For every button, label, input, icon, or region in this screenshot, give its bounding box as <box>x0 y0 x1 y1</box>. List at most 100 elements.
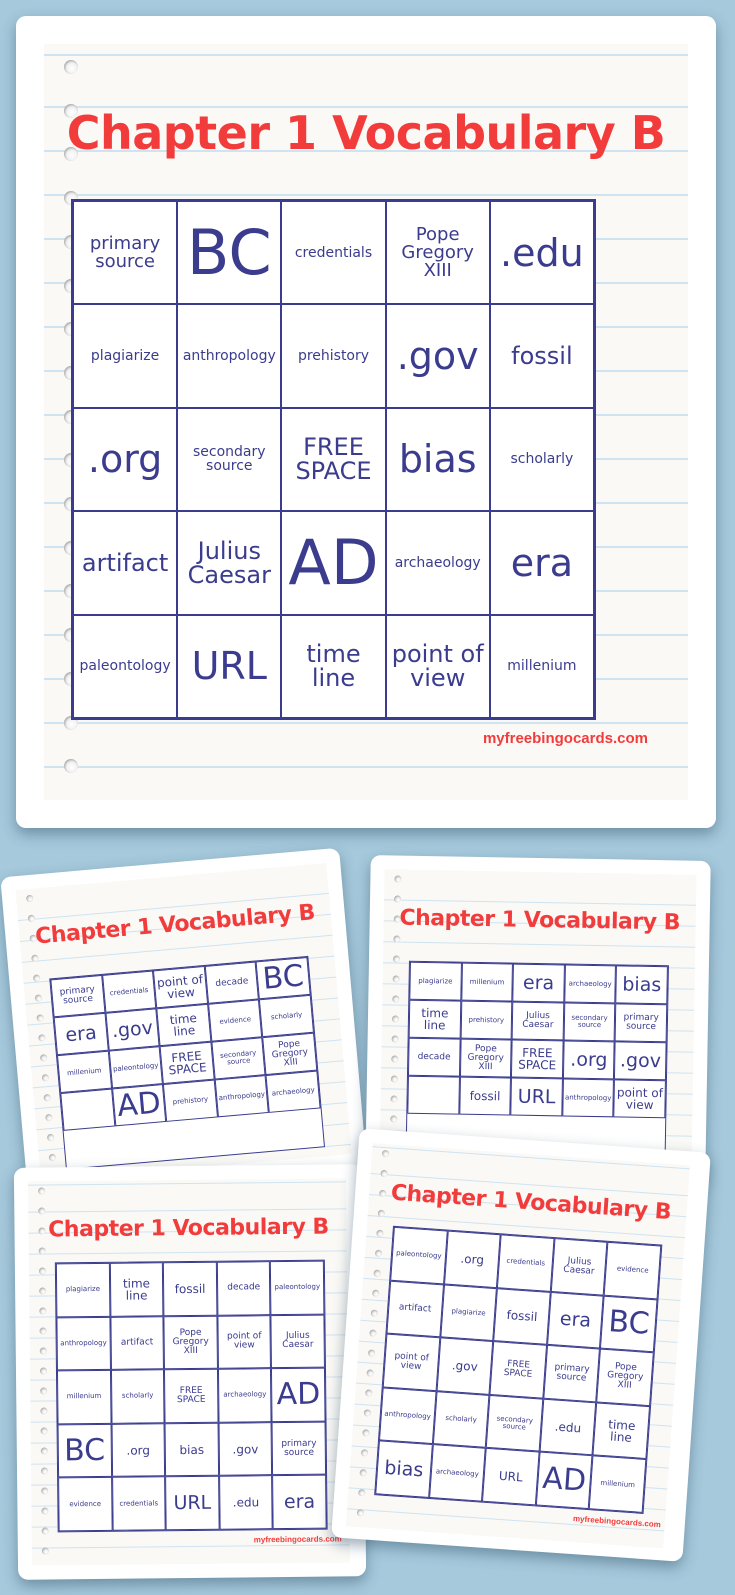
preview-card[interactable]: Chapter 1 Vocabulary B primary source cre… <box>0 847 368 1207</box>
bingo-cell: prehistory <box>281 304 386 408</box>
bingo-cell <box>60 1088 115 1131</box>
bingo-grid: primary source credentials point of view de… <box>49 955 326 1170</box>
bingo-cell: scholarly <box>259 994 314 1038</box>
bingo-cell: paleontology <box>108 1046 164 1089</box>
bingo-cell: millenium <box>56 1370 112 1425</box>
bingo-cell: secondary source <box>485 1394 544 1452</box>
bingo-cell: era <box>512 963 565 1003</box>
bingo-cell: primary source <box>614 1003 668 1043</box>
binder-ring-icon <box>359 1469 367 1477</box>
bingo-cell: credentials <box>281 201 386 305</box>
binder-ring-icon <box>38 1034 46 1042</box>
bingo-cell: URL <box>177 614 282 718</box>
bingo-cell: scholarly <box>432 1390 490 1449</box>
main-bingo-card: Chapter 1 Vocabulary B primary source BC c… <box>16 16 716 828</box>
bingo-cell: bias <box>375 1440 433 1498</box>
bingo-cell: artifact <box>73 511 178 615</box>
bingo-cell: archaeology <box>217 1368 272 1423</box>
bingo-cell: Julius Caesar <box>550 1238 608 1296</box>
bingo-cell: point of view <box>217 1314 272 1369</box>
binder-ring-icon <box>392 975 400 983</box>
binder-ring-icon <box>356 1508 365 1517</box>
bingo-cell: point of view <box>153 965 208 1009</box>
binder-ring-icon <box>39 1347 47 1355</box>
bingo-cell: fossil <box>163 1261 218 1316</box>
bingo-cell: URL <box>165 1476 220 1531</box>
bingo-cell: artifact <box>110 1315 165 1371</box>
free-space-cell: FREE SPACE <box>511 1039 564 1079</box>
binder-ring-icon <box>27 914 36 923</box>
bingo-cell: BC <box>177 201 282 305</box>
bingo-cell: time line <box>281 614 386 718</box>
binder-ring-icon <box>39 1327 47 1335</box>
bingo-cell: anthropology <box>214 1075 270 1118</box>
binder-ring-icon <box>38 1247 46 1255</box>
binder-ring-icon <box>43 1093 51 1102</box>
binder-ring-icon <box>372 1289 380 1297</box>
binder-ring-icon <box>390 1095 398 1103</box>
bingo-cell: archaeology <box>265 1070 321 1113</box>
binder-ring-icon <box>34 994 43 1002</box>
bingo-cell: paleontology <box>73 614 178 718</box>
bingo-cell: time line <box>592 1402 651 1460</box>
bingo-cell: secondary source <box>211 1037 266 1080</box>
bingo-cell: artifact <box>386 1280 444 1338</box>
card-title: Chapter 1 Vocabulary B <box>66 106 666 160</box>
binder-ring-icon <box>373 1269 381 1278</box>
binder-ring-icon <box>39 1367 48 1375</box>
bingo-cell: archaeology <box>428 1444 486 1502</box>
bingo-cell: decade <box>204 961 260 1004</box>
binder-ring-icon <box>41 1547 49 1555</box>
bingo-cell: point of view <box>613 1079 666 1119</box>
bingo-cell: time line <box>109 1262 164 1317</box>
binder-ring-icon <box>391 1015 400 1023</box>
preview-card[interactable]: Chapter 1 Vocabulary B paleontology .org c… <box>331 1128 711 1562</box>
binder-ring-icon <box>46 1133 55 1142</box>
bingo-grid: plagiarize time line fossil decade paleontol… <box>54 1259 328 1533</box>
bingo-cell: era <box>546 1291 605 1349</box>
bingo-cell: primary source <box>271 1421 327 1476</box>
binder-ring-icon <box>39 1054 48 1062</box>
bingo-cell: Julius Caesar <box>511 1001 565 1041</box>
binder-ring-icon <box>41 1487 49 1495</box>
bingo-cell: evidence <box>207 999 263 1042</box>
bingo-cell: bias <box>164 1422 219 1477</box>
bingo-cell: secondary source <box>563 1002 616 1042</box>
bingo-cell: BC <box>600 1295 658 1353</box>
brand-watermark: myfreebingocards.com <box>482 730 648 747</box>
bingo-cell: archaeology <box>564 964 617 1004</box>
binder-ring-icon <box>367 1349 376 1357</box>
preview-card[interactable]: Chapter 1 Vocabulary B plagiarize time li… <box>13 1164 367 1580</box>
bingo-cell: millenium <box>56 1050 112 1094</box>
binder-ring-icon <box>392 995 400 1003</box>
binder-ring-icon <box>393 935 401 943</box>
bingo-cell: .gov <box>105 1008 160 1051</box>
bingo-cell: anthropology <box>378 1387 437 1445</box>
bingo-cell: decade <box>216 1261 271 1316</box>
bingo-cell: point of view <box>385 614 490 718</box>
binder-ring-icon <box>64 759 78 774</box>
bingo-grid: primary source BC credentials Pope Gregory … <box>71 199 596 720</box>
bingo-cell: AD <box>281 511 386 615</box>
binder-ring-icon <box>36 1014 44 1022</box>
binder-ring-icon <box>376 1229 384 1238</box>
bingo-cell <box>407 1075 460 1115</box>
binder-ring-icon <box>31 954 39 963</box>
bingo-cell: plagiarize <box>439 1284 498 1342</box>
bingo-grid: plagiarize millenium era archaeology bias tim… <box>405 960 669 1158</box>
bingo-cell: Pope Gregory XIII <box>459 1038 512 1078</box>
free-space-cell: FREE SPACE <box>164 1368 219 1424</box>
binder-ring-icon <box>374 1249 383 1258</box>
bingo-cell: .gov <box>436 1337 494 1395</box>
binder-ring-icon <box>358 1489 366 1497</box>
binder-ring-icon <box>38 1187 46 1195</box>
bingo-cell: .gov <box>614 1041 667 1081</box>
binder-ring-icon <box>390 1115 398 1123</box>
binder-ring-icon <box>365 1389 373 1397</box>
binder-ring-icon <box>362 1429 370 1437</box>
binder-ring-icon <box>41 1507 49 1515</box>
binder-ring-icon <box>392 955 401 963</box>
bingo-grid: paleontology .org credentials Julius Caesar… <box>374 1225 663 1514</box>
bingo-cell: anthropology <box>177 304 282 408</box>
bingo-cell: time line <box>408 999 461 1039</box>
